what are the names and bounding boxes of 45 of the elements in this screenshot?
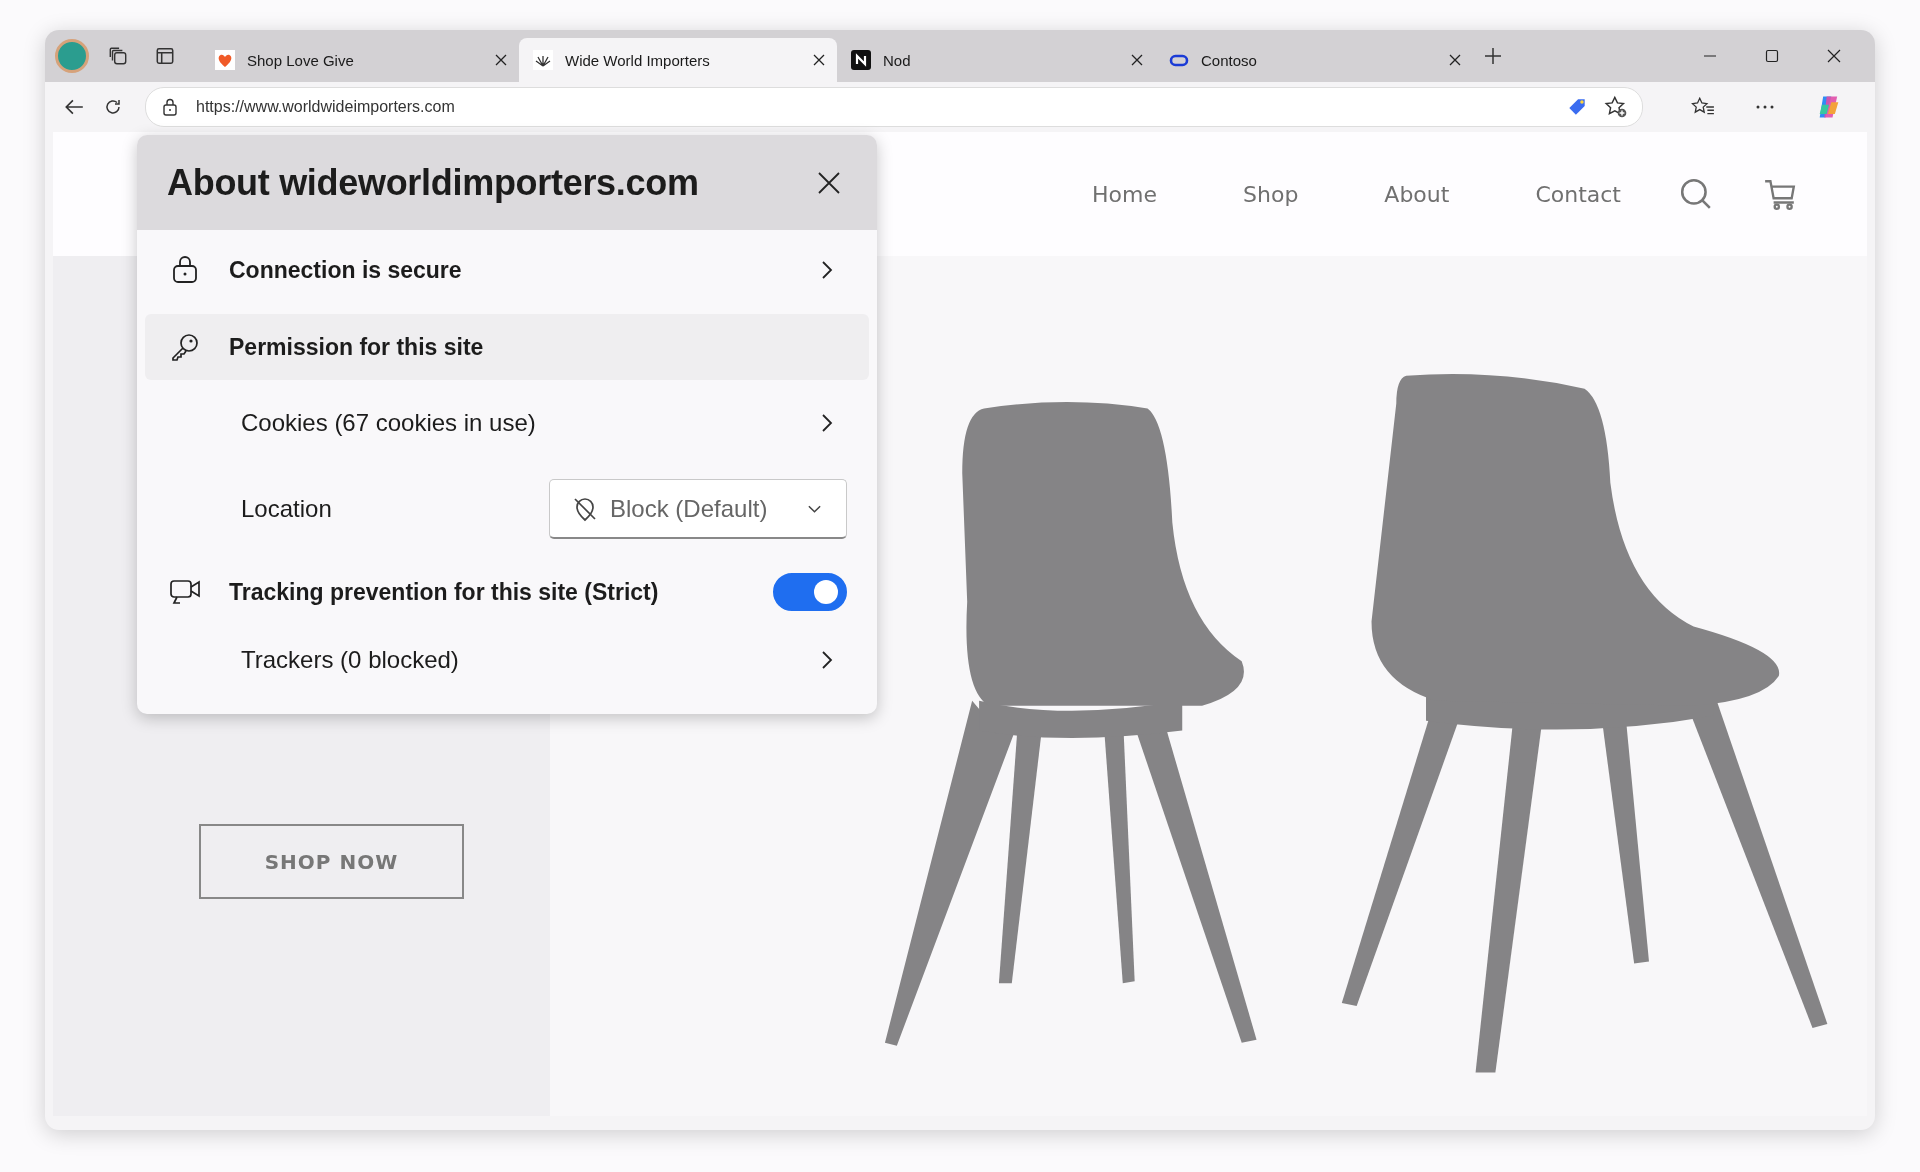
- trackers-row[interactable]: Trackers (0 blocked): [137, 628, 877, 692]
- location-dropdown[interactable]: Block (Default): [549, 479, 847, 539]
- lock-icon[interactable]: [160, 97, 180, 117]
- cookies-row[interactable]: Cookies (67 cookies in use): [137, 384, 877, 462]
- close-icon[interactable]: [817, 170, 841, 195]
- letter-logo-icon: [851, 50, 871, 70]
- maximize-icon[interactable]: [1765, 49, 1779, 63]
- location-label: Location: [241, 495, 332, 523]
- url-text[interactable]: https://www.worldwideimporters.com: [196, 98, 455, 116]
- address-bar[interactable]: https://www.worldwideimporters.com: [145, 87, 1643, 127]
- browser-tab[interactable]: Shop Love Give: [201, 38, 519, 82]
- popup-title: About wideworldimporters.com: [167, 161, 699, 204]
- nav-link[interactable]: About: [1384, 181, 1450, 207]
- close-icon[interactable]: [813, 54, 825, 66]
- search-icon[interactable]: [1679, 177, 1713, 211]
- refresh-icon[interactable]: [103, 97, 123, 117]
- chevron-down-icon: [807, 503, 822, 514]
- close-icon[interactable]: [1827, 49, 1841, 63]
- nav-link[interactable]: Home: [1092, 181, 1157, 207]
- leaf-logo-icon: [533, 50, 553, 70]
- chevron-right-icon: [821, 260, 833, 280]
- tracking-toggle[interactable]: [773, 573, 847, 611]
- chevron-right-icon: [821, 413, 833, 433]
- chevron-right-icon: [821, 650, 833, 670]
- browser-tab[interactable]: Contoso: [1155, 38, 1473, 82]
- tracking-label: Tracking prevention for this site (Strict): [229, 578, 659, 606]
- blocked-location-icon: [572, 495, 598, 522]
- permissions-row[interactable]: Permission for this site: [145, 314, 869, 380]
- browser-tab[interactable]: Wide World Importers: [519, 38, 837, 82]
- workspaces-icon[interactable]: [107, 45, 129, 67]
- nav-link[interactable]: Contact: [1535, 181, 1621, 207]
- vertical-tabs-icon[interactable]: [154, 45, 176, 67]
- nav-link[interactable]: Shop: [1243, 181, 1299, 207]
- shop-now-button[interactable]: SHOP NOW: [199, 824, 464, 899]
- cart-icon[interactable]: [1763, 177, 1797, 211]
- close-icon[interactable]: [1449, 54, 1461, 66]
- connection-row[interactable]: Connection is secure: [137, 230, 877, 310]
- key-icon: [169, 332, 201, 362]
- browser-tab[interactable]: Nod: [837, 38, 1155, 82]
- add-favorite-icon[interactable]: [1604, 95, 1628, 119]
- more-icon[interactable]: [1755, 104, 1775, 110]
- camera-icon: [169, 577, 201, 607]
- new-tab-icon[interactable]: [1483, 46, 1503, 66]
- close-icon[interactable]: [495, 54, 507, 66]
- close-icon[interactable]: [1131, 54, 1143, 66]
